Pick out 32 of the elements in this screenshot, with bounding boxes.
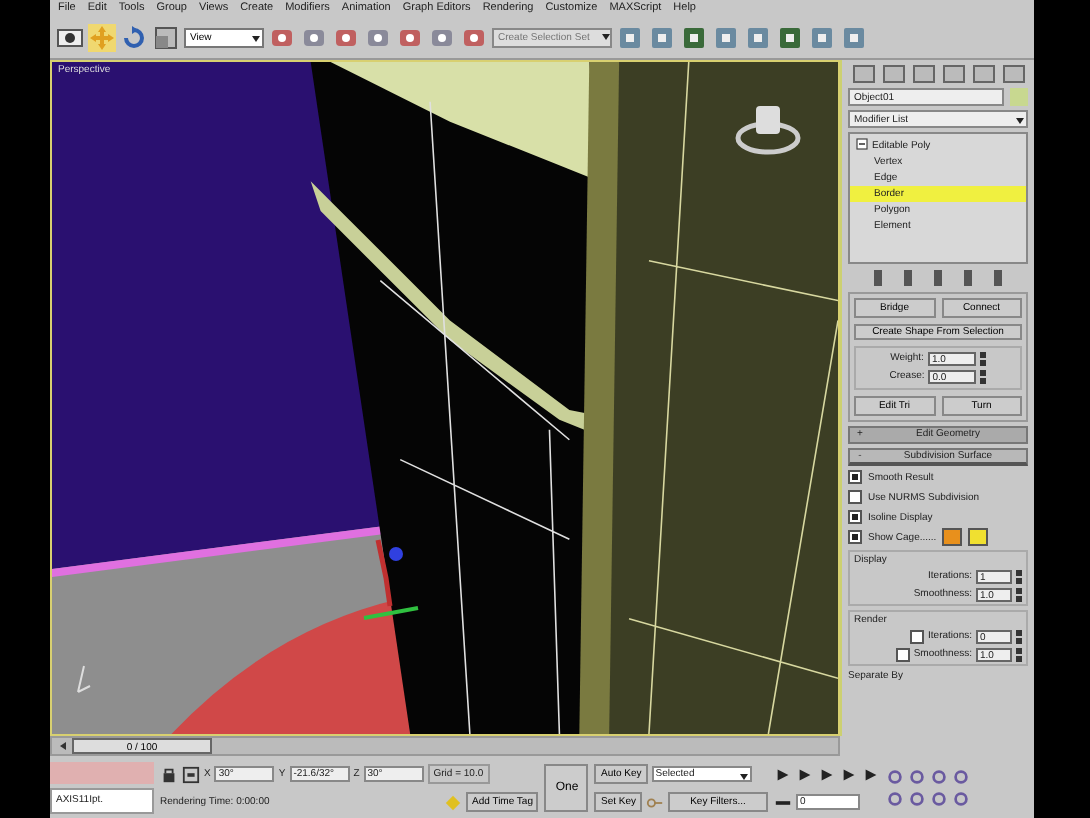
panel-tab-icon[interactable] — [851, 63, 875, 84]
script-listener-field[interactable] — [50, 762, 154, 784]
checkbox[interactable] — [848, 530, 862, 545]
checkbox[interactable] — [848, 490, 862, 505]
rotate-icon[interactable] — [120, 23, 148, 52]
toolbar-icon[interactable] — [808, 23, 836, 52]
checkbox[interactable] — [910, 629, 925, 644]
panel-tab-icon[interactable] — [881, 63, 905, 84]
expand-toggle-icon[interactable] — [856, 138, 868, 151]
panel-tab-icon[interactable] — [941, 63, 965, 84]
arrow-icon[interactable] — [56, 742, 66, 751]
lock-icon[interactable] — [160, 765, 178, 783]
toolbar-icon[interactable] — [680, 23, 708, 52]
checkbox[interactable] — [848, 510, 862, 525]
checkbox[interactable] — [895, 647, 910, 662]
toolbar-icon[interactable] — [744, 23, 772, 52]
checkbox[interactable] — [848, 470, 862, 485]
panel-tab-icon[interactable] — [971, 63, 995, 84]
toolbar-icon[interactable] — [616, 23, 644, 52]
toolbar-icon[interactable] — [648, 23, 676, 52]
axis-tripod-icon — [72, 661, 92, 694]
cage-color-swatch[interactable] — [968, 528, 989, 547]
toolbar-icon[interactable] — [776, 23, 804, 52]
panel-tab-icon[interactable] — [911, 63, 935, 84]
absolute-mode-icon[interactable] — [182, 765, 200, 783]
panel-tab-icon[interactable] — [1001, 63, 1025, 84]
toolbar-icon[interactable] — [712, 23, 740, 52]
object-color-swatch[interactable] — [1010, 87, 1028, 106]
select-icon[interactable] — [56, 23, 84, 52]
cage-color-swatch[interactable] — [942, 528, 963, 547]
toolbar-icon[interactable] — [840, 23, 868, 52]
scale-icon[interactable] — [152, 23, 180, 52]
